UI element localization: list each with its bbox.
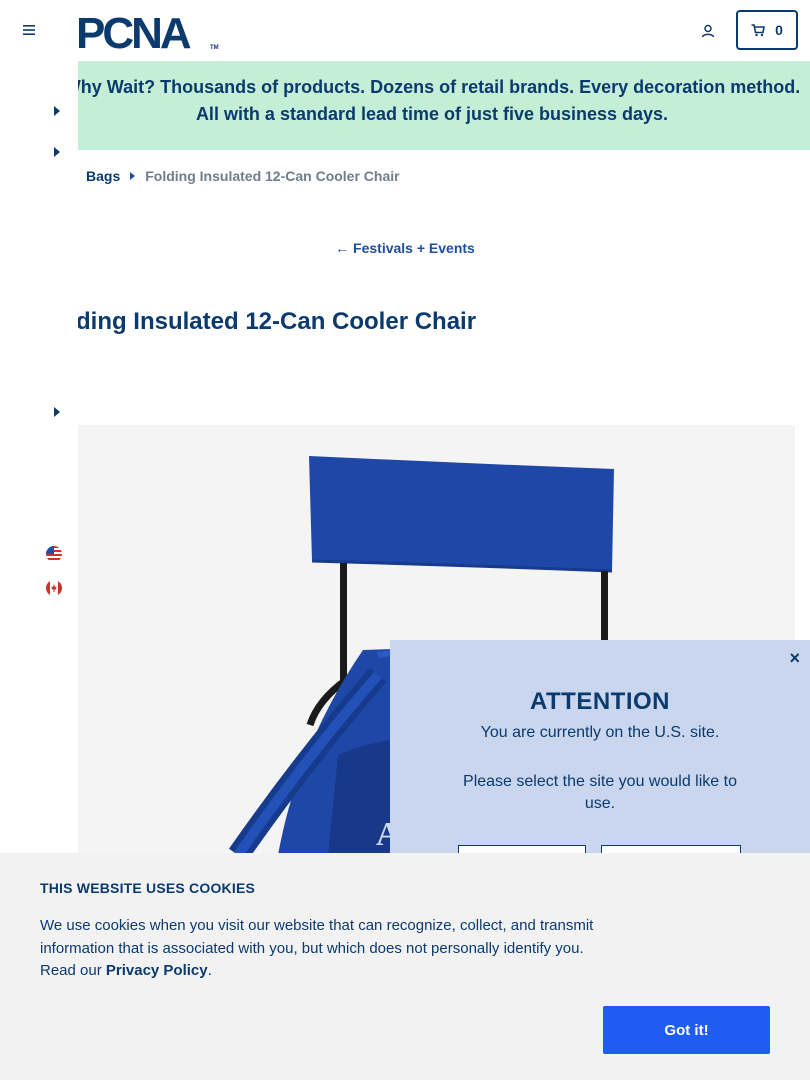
menu-item-expand[interactable] (52, 147, 62, 157)
promo-banner-text: Why Wait? Thousands of products. Dozens … (78, 77, 801, 124)
cookie-text-end: . (207, 962, 212, 979)
pcna-logo[interactable]: PCNA TM (76, 9, 224, 58)
menu-item-expand[interactable] (52, 106, 62, 116)
site-select-modal: × ATTENTION You are currently on the U.S… (390, 640, 810, 885)
modal-select-site-text: Please select the site you would like to… (463, 773, 737, 812)
menu-item-expand[interactable] (52, 407, 62, 417)
menu-button[interactable] (18, 19, 40, 41)
back-to-category-link[interactable]: ← Festivals + Events (0, 240, 810, 256)
account-icon (701, 24, 715, 38)
modal-heading: ATTENTION (529, 688, 671, 715)
product-title: Folding Insulated 12-Can Cooler Chair (40, 308, 477, 335)
cookie-banner: THIS WEBSITE USES COOKIES We use cookies… (0, 853, 810, 1080)
caret-right-icon (54, 106, 60, 116)
logo-trademark: TM (210, 45, 219, 51)
canada-site-flag[interactable] (46, 580, 62, 596)
us-flag-icon (46, 546, 62, 562)
cart-count: 0 (775, 22, 783, 38)
site-header: PCNA TM 0 (0, 0, 810, 61)
accept-cookies-button[interactable]: Got it! (603, 1006, 770, 1054)
logo-text: PCNA (76, 11, 191, 51)
caret-right-icon (54, 407, 60, 417)
cookie-heading: THIS WEBSITE USES COOKIES (40, 880, 256, 896)
caret-right-icon (130, 172, 136, 180)
promo-banner: Why Wait? Thousands of products. Dozens … (78, 61, 810, 150)
canada-flag-icon (46, 580, 62, 596)
modal-close-button[interactable]: × (789, 648, 800, 669)
us-site-flag[interactable] (46, 546, 62, 562)
breadcrumb: Bags Folding Insulated 12-Can Cooler Cha… (86, 168, 400, 184)
cart-button[interactable]: 0 (736, 10, 798, 50)
breadcrumb-link-bags[interactable]: Bags (86, 168, 120, 184)
cookie-text: We use cookies when you visit our websit… (40, 915, 600, 983)
breadcrumb-current: Folding Insulated 12-Can Cooler Chair (145, 168, 400, 184)
modal-current-site-text: You are currently on the U.S. site. (480, 724, 720, 741)
caret-right-icon (54, 147, 60, 157)
hamburger-icon (23, 25, 35, 35)
account-button[interactable] (696, 19, 720, 43)
cart-icon (751, 23, 766, 36)
privacy-policy-link[interactable]: Privacy Policy (106, 962, 208, 979)
